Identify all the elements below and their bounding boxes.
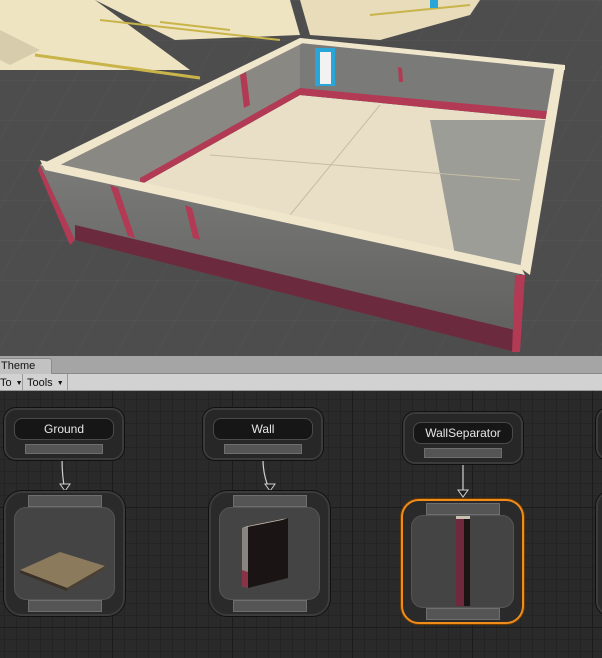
wallseparator-preview <box>411 515 514 608</box>
output-port[interactable] <box>25 444 103 454</box>
arrow-icon <box>59 483 71 492</box>
label-node-ground[interactable]: Ground <box>4 408 124 460</box>
wall-preview <box>219 507 320 600</box>
tools-menu-button[interactable]: Tools ▼ <box>27 374 67 390</box>
theme-editor-panel: Theme To ▼ Tools ▼ Ground Wall WallSepar… <box>0 356 602 658</box>
toolbar-separator <box>67 374 68 390</box>
label-node-wallseparator-title: WallSeparator <box>413 422 513 444</box>
editor-toolbar: To ▼ Tools ▼ <box>0 374 602 391</box>
label-node-partial[interactable] <box>596 408 602 460</box>
label-node-ground-title: Ground <box>14 418 114 440</box>
asset-node-partial[interactable] <box>596 491 602 616</box>
tab-theme-label: Theme <box>1 360 36 372</box>
output-port[interactable] <box>424 448 502 458</box>
label-node-wall[interactable]: Wall <box>203 408 323 460</box>
scene-viewport[interactable] <box>0 0 602 356</box>
output-port[interactable] <box>27 600 102 612</box>
asset-node-wall[interactable] <box>209 491 330 616</box>
ground-tile-icon <box>20 552 105 591</box>
scene-render <box>0 0 602 356</box>
label-node-wallseparator[interactable]: WallSeparator <box>403 412 523 464</box>
output-port[interactable] <box>224 444 302 454</box>
toolbar-dropdown-partial[interactable]: To ▼ <box>0 374 23 390</box>
input-port[interactable] <box>27 495 102 507</box>
wall-segment-icon <box>242 518 288 588</box>
output-port[interactable] <box>425 608 500 620</box>
asset-node-ground[interactable] <box>4 491 125 616</box>
tab-bar: Theme <box>0 356 602 374</box>
arrow-icon <box>457 489 469 498</box>
node-graph-canvas[interactable]: Ground Wall WallSeparator <box>0 391 602 658</box>
tools-menu-label: Tools <box>27 377 53 389</box>
toolbar-dropdown-partial-label: To <box>0 377 12 389</box>
wall-separator-pillar-icon <box>456 516 470 606</box>
input-port[interactable] <box>232 495 307 507</box>
output-port[interactable] <box>232 600 307 612</box>
arrow-icon <box>264 483 276 492</box>
label-node-wall-title: Wall <box>213 418 313 440</box>
tab-theme[interactable]: Theme <box>0 358 52 374</box>
ground-preview <box>14 507 115 600</box>
toolbar-separator <box>22 374 23 390</box>
input-port[interactable] <box>425 503 500 515</box>
asset-node-wallseparator[interactable] <box>401 499 524 624</box>
chevron-down-icon: ▼ <box>56 379 64 387</box>
